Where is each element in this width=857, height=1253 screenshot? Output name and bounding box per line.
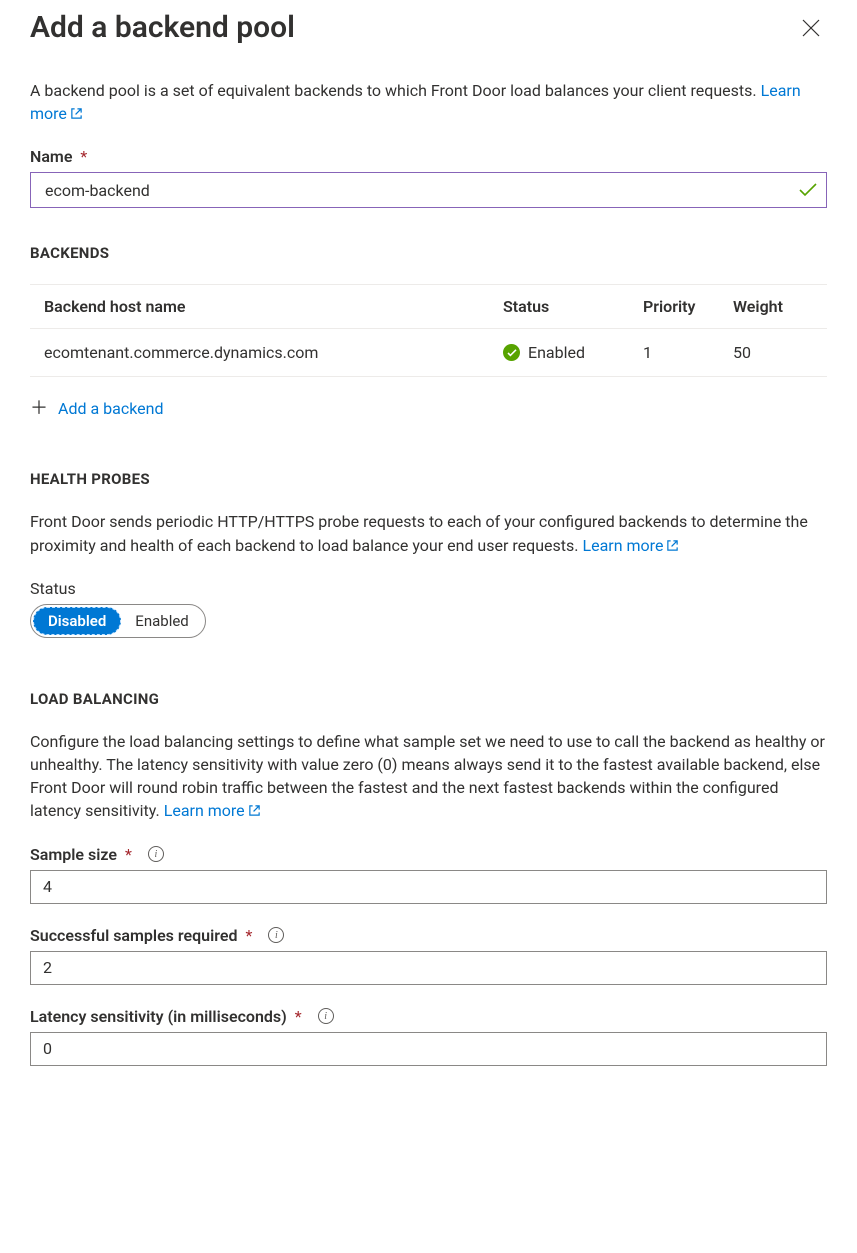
successful-samples-label-text: Successful samples required xyxy=(30,926,237,945)
latency-input[interactable] xyxy=(30,1032,827,1066)
successful-samples-label: Successful samples required * i xyxy=(30,926,827,945)
close-button[interactable] xyxy=(795,12,827,44)
sample-size-input[interactable] xyxy=(30,870,827,904)
required-asterisk: * xyxy=(245,926,252,945)
table-header: Backend host name Status Priority Weight xyxy=(30,285,827,329)
cell-status: Enabled xyxy=(528,343,585,362)
status-disabled-button[interactable]: Disabled xyxy=(33,607,121,635)
col-priority: Priority xyxy=(643,297,733,316)
info-icon[interactable]: i xyxy=(318,1008,334,1024)
col-weight: Weight xyxy=(733,297,813,316)
name-label-text: Name xyxy=(30,147,72,166)
health-probes-body: Front Door sends periodic HTTP/HTTPS pro… xyxy=(30,512,808,554)
page-title: Add a backend pool xyxy=(30,10,295,45)
name-input[interactable] xyxy=(30,172,827,208)
sample-size-label-text: Sample size xyxy=(30,845,117,864)
col-status: Status xyxy=(503,297,643,316)
cell-weight: 50 xyxy=(733,343,813,362)
intro-text: A backend pool is a set of equivalent ba… xyxy=(30,79,827,125)
plus-icon: ＋ xyxy=(30,400,48,418)
info-icon[interactable]: i xyxy=(268,927,284,943)
name-label: Name * xyxy=(30,147,827,166)
add-backend-button[interactable]: ＋ Add a backend xyxy=(30,399,827,418)
external-link-icon xyxy=(248,804,261,817)
external-link-icon xyxy=(70,107,83,120)
successful-samples-input[interactable] xyxy=(30,951,827,985)
intro-body: A backend pool is a set of equivalent ba… xyxy=(30,81,761,100)
learn-more-link-health[interactable]: Learn more xyxy=(582,536,679,555)
learn-more-label: Learn more xyxy=(582,536,663,555)
cell-priority: 1 xyxy=(643,343,733,362)
health-probes-desc: Front Door sends periodic HTTP/HTTPS pro… xyxy=(30,510,827,556)
health-probes-title: HEALTH PROBES xyxy=(30,470,827,488)
col-host: Backend host name xyxy=(44,297,503,316)
status-enabled-icon xyxy=(503,344,520,361)
load-balancing-title: LOAD BALANCING xyxy=(30,690,827,708)
status-label: Status xyxy=(30,579,827,598)
load-balancing-desc: Configure the load balancing settings to… xyxy=(30,730,827,823)
cell-host: ecomtenant.commerce.dynamics.com xyxy=(44,343,503,362)
status-toggle: Disabled Enabled xyxy=(30,604,206,638)
required-asterisk: * xyxy=(295,1007,302,1026)
learn-more-label: Learn more xyxy=(164,801,245,820)
close-icon xyxy=(802,19,820,37)
status-enabled-button[interactable]: Enabled xyxy=(121,607,202,635)
required-asterisk: * xyxy=(80,147,87,166)
backends-section-title: BACKENDS xyxy=(30,244,827,262)
required-asterisk: * xyxy=(125,845,132,864)
load-balancing-body: Configure the load balancing settings to… xyxy=(30,732,825,821)
checkmark-icon xyxy=(799,183,817,197)
latency-label: Latency sensitivity (in milliseconds) * i xyxy=(30,1007,827,1026)
add-backend-label: Add a backend xyxy=(58,399,163,418)
learn-more-link-lb[interactable]: Learn more xyxy=(164,801,261,820)
latency-label-text: Latency sensitivity (in milliseconds) xyxy=(30,1007,287,1026)
backends-table: Backend host name Status Priority Weight… xyxy=(30,284,827,377)
sample-size-label: Sample size * i xyxy=(30,845,827,864)
info-icon[interactable]: i xyxy=(148,846,164,862)
table-row[interactable]: ecomtenant.commerce.dynamics.com Enabled… xyxy=(30,329,827,377)
external-link-icon xyxy=(666,539,679,552)
